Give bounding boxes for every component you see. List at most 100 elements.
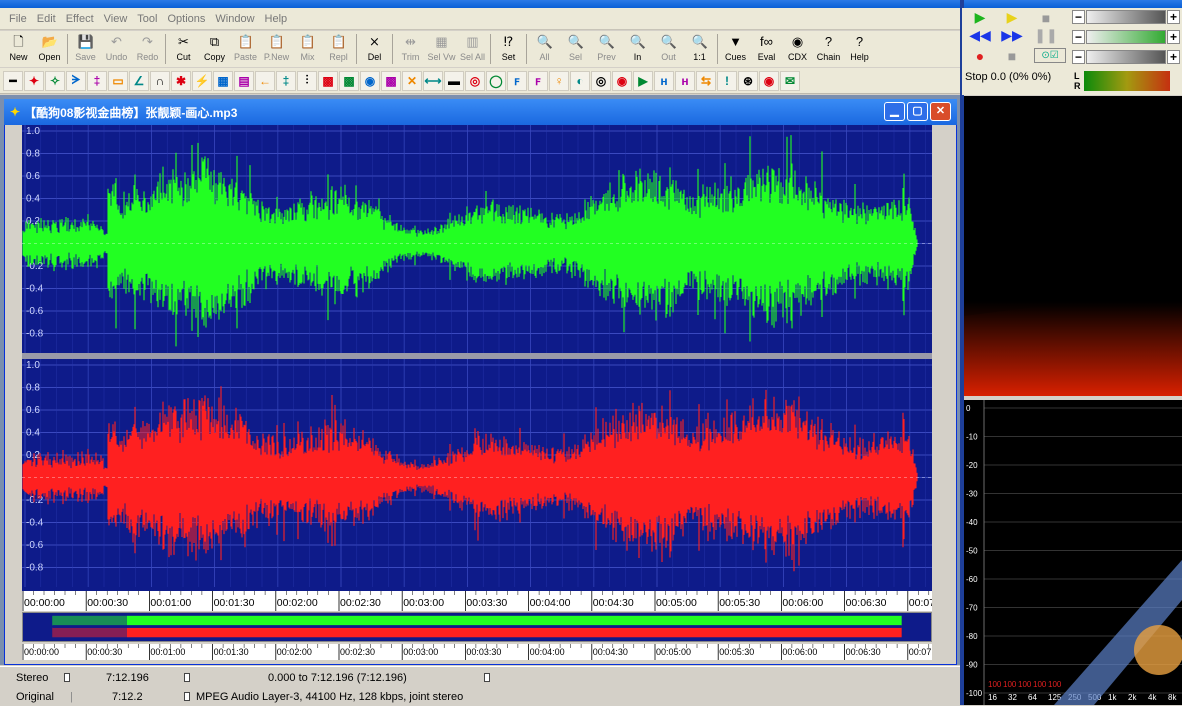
eval-button[interactable]: f∞ Eval xyxy=(751,31,782,66)
effect-icon[interactable]: ▶ xyxy=(633,70,653,91)
help-button[interactable]: ? Help xyxy=(844,31,875,66)
effect-icon[interactable]: ▭ xyxy=(108,70,128,91)
effect-icon[interactable]: ʜ xyxy=(675,70,695,91)
effect-icon[interactable]: ◐ xyxy=(570,70,590,91)
cues-button[interactable]: ▼ Cues xyxy=(720,31,751,66)
volume-slider[interactable] xyxy=(1086,10,1166,24)
effect-icon[interactable]: ꜰ xyxy=(528,70,548,91)
effect-icon[interactable]: ‡ xyxy=(276,70,296,91)
minimize-icon[interactable]: ▁ xyxy=(884,102,905,121)
effect-icon[interactable]: ◉ xyxy=(759,70,779,91)
effect-icon[interactable]: ⫶ xyxy=(297,70,317,91)
balance-plus-button[interactable]: + xyxy=(1167,30,1180,44)
speed-minus-button[interactable]: − xyxy=(1072,50,1085,64)
effect-icon[interactable]: ∠ xyxy=(129,70,149,91)
1-1-button[interactable]: 🔍 1:1 xyxy=(684,31,715,66)
sel-button[interactable]: 🔍 Sel xyxy=(560,31,591,66)
menu-edit[interactable]: Edit xyxy=(32,9,61,29)
del-button[interactable]: ⨯ Del xyxy=(359,31,390,66)
effect-icon[interactable]: ⟷ xyxy=(423,70,443,91)
effect-icon[interactable]: ✦ xyxy=(24,70,44,91)
effect-icon[interactable]: ← xyxy=(255,70,275,91)
time-ruler[interactable]: 00:00:00 00:00:30 00:01:00 00:01:30 00:02:00… xyxy=(22,591,932,611)
mix-button[interactable]: 📋 Mix xyxy=(292,31,323,66)
prev-button[interactable]: 🔍 Prev xyxy=(591,31,622,66)
sel-all-button[interactable]: ▥ Sel All xyxy=(457,31,488,66)
p-new-button[interactable]: 📋 P.New xyxy=(261,31,292,66)
save-button[interactable]: 💾 Save xyxy=(70,31,101,66)
effect-icon[interactable]: ▬ xyxy=(444,70,464,91)
repl-button[interactable]: 📋 Repl xyxy=(323,31,354,66)
effect-icon[interactable]: ♀ xyxy=(549,70,569,91)
volume-plus-button[interactable]: + xyxy=(1167,10,1180,24)
menu-window[interactable]: Window xyxy=(210,9,259,29)
in-button[interactable]: 🔍 In xyxy=(622,31,653,66)
overview-waveform[interactable] xyxy=(22,612,932,642)
effect-icon[interactable]: ▦ xyxy=(213,70,233,91)
rewind-icon[interactable]: ◀◀ xyxy=(968,27,992,43)
out-button[interactable]: 🔍 Out xyxy=(653,31,684,66)
play-selection-icon[interactable]: ▶ xyxy=(1000,9,1024,25)
effect-icon[interactable]: ! xyxy=(717,70,737,91)
volume-minus-button[interactable]: − xyxy=(1072,10,1085,24)
menu-options[interactable]: Options xyxy=(162,9,210,29)
effect-icon[interactable]: ✱ xyxy=(171,70,191,91)
pause-icon[interactable]: ❚❚ xyxy=(1034,27,1058,43)
all-button[interactable]: 🔍 All xyxy=(529,31,560,66)
effect-icon[interactable]: ⇆ xyxy=(696,70,716,91)
fast-forward-icon[interactable]: ▶▶ xyxy=(1000,27,1024,43)
cut-button[interactable]: ✂ Cut xyxy=(168,31,199,66)
balance-minus-button[interactable]: − xyxy=(1072,30,1085,44)
time-label: 00:03:30 xyxy=(466,597,507,609)
stop-record-icon[interactable]: ■ xyxy=(1000,48,1024,64)
cdx-button[interactable]: ◉ CDX xyxy=(782,31,813,66)
paste-button[interactable]: 📋 Paste xyxy=(230,31,261,66)
speed-plus-button[interactable]: + xyxy=(1167,50,1180,64)
effect-icon[interactable]: ∩ xyxy=(150,70,170,91)
menu-view[interactable]: View xyxy=(99,9,133,29)
effect-icon[interactable]: ▩ xyxy=(339,70,359,91)
balance-slider[interactable] xyxy=(1086,30,1166,44)
maximize-icon[interactable]: ▢ xyxy=(907,102,928,121)
speed-slider[interactable] xyxy=(1086,50,1166,64)
menu-effect[interactable]: Effect xyxy=(61,9,99,29)
menu-tool[interactable]: Tool xyxy=(132,9,162,29)
record-icon[interactable]: ● xyxy=(968,48,992,64)
effect-icon[interactable]: ‡ xyxy=(87,70,107,91)
effect-icon[interactable]: ꜰ xyxy=(507,70,527,91)
effect-icon[interactable]: ᗒ xyxy=(66,70,86,91)
play-icon[interactable]: ▶ xyxy=(968,9,992,25)
open-button[interactable]: 📂 Open xyxy=(34,31,65,66)
close-icon[interactable]: ✕ xyxy=(930,102,951,121)
effect-icon[interactable]: ⚡ xyxy=(192,70,212,91)
menu-file[interactable]: File xyxy=(4,9,32,29)
effect-icon[interactable]: ✕ xyxy=(402,70,422,91)
effect-icon[interactable]: ✧ xyxy=(45,70,65,91)
stop-icon[interactable]: ■ xyxy=(1034,10,1058,26)
sel-vw-button[interactable]: ▦ Sel Vw xyxy=(426,31,457,66)
wave-window-title-bar[interactable]: ✦ 【酷狗08影视金曲榜】张靓颖-画心.mp3 ▁ ▢ ✕ xyxy=(4,99,957,125)
effect-icon[interactable]: ▩ xyxy=(381,70,401,91)
effect-icon[interactable]: ʜ xyxy=(654,70,674,91)
effect-icon[interactable]: ◯ xyxy=(486,70,506,91)
effect-icon[interactable]: ▩ xyxy=(318,70,338,91)
effect-icon[interactable]: ◎ xyxy=(591,70,611,91)
copy-button[interactable]: ⧉ Copy xyxy=(199,31,230,66)
menu-help[interactable]: Help xyxy=(260,9,293,29)
line-icon[interactable]: ━ xyxy=(3,70,23,91)
new-button[interactable]: 🗋 New xyxy=(3,31,34,66)
effect-icon[interactable]: ✉ xyxy=(780,70,800,91)
effect-icon[interactable]: ▤ xyxy=(234,70,254,91)
redo-button[interactable]: ↷ Redo xyxy=(132,31,163,66)
record-settings-icon[interactable]: ⊙☑ xyxy=(1034,48,1066,63)
undo-button[interactable]: ↶ Undo xyxy=(101,31,132,66)
effect-icon[interactable]: ◉ xyxy=(360,70,380,91)
main-toolbar: 🗋 New 📂 Open 💾 Save ↶ Undo ↷ Redo ✂ Cut ⧉ Copy 📋 Paste 📋… xyxy=(0,31,960,67)
set-button[interactable]: ⁉ Set xyxy=(493,31,524,66)
trim-button[interactable]: ⇹ Trim xyxy=(395,31,426,66)
waveform-display[interactable]: 1.00.80.60.40.20.0-0.2-0.4-0.6-0.81.00.8… xyxy=(22,125,932,591)
chain-button[interactable]: ? Chain xyxy=(813,31,844,66)
effect-icon[interactable]: ◎ xyxy=(465,70,485,91)
effect-icon[interactable]: ⊛ xyxy=(738,70,758,91)
effect-icon[interactable]: ◉ xyxy=(612,70,632,91)
